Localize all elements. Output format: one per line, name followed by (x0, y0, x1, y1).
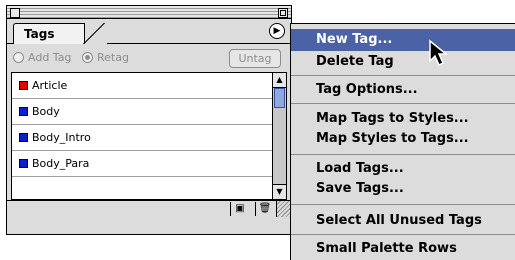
new-tag-icon[interactable]: ▣ (230, 202, 249, 216)
tag-list: Article Body Body_Intro Body_Para (11, 72, 273, 200)
list-item[interactable]: Body_Para (12, 151, 272, 177)
add-tag-radio[interactable] (13, 52, 24, 63)
menu-item-tag-options[interactable]: Tag Options... (291, 79, 515, 101)
palette-bottom-bar: ▣ 🗑 (7, 200, 291, 217)
tag-name: Article (32, 79, 68, 92)
mouse-pointer-icon (429, 39, 449, 67)
menu-separator (291, 103, 515, 104)
menu-separator (291, 234, 515, 235)
menu-item-save-tags[interactable]: Save Tags... (291, 178, 515, 200)
menu-item-map-tags-to-styles[interactable]: Map Tags to Styles... (291, 108, 515, 130)
scroll-up-icon[interactable]: ▲ (273, 73, 286, 88)
add-tag-label: Add Tag (28, 51, 72, 64)
retag-radio[interactable] (82, 52, 93, 63)
scroll-down-icon[interactable]: ▼ (273, 184, 286, 199)
zoom-box[interactable] (278, 8, 288, 18)
retag-label: Retag (97, 51, 129, 64)
tag-name: Body_Intro (32, 131, 91, 144)
menu-item-delete-tag[interactable]: Delete Tag (291, 51, 515, 73)
trash-icon[interactable]: 🗑 (255, 202, 274, 216)
menu-separator (291, 154, 515, 155)
close-box[interactable] (10, 8, 20, 18)
color-swatch (19, 159, 28, 168)
color-swatch (19, 107, 28, 116)
list-item[interactable]: Article (12, 73, 272, 99)
tag-list-scrollbar[interactable]: ▲ ▼ (273, 72, 287, 200)
tags-palette: Tags ▶ Add Tag Retag Untag Article Body … (6, 5, 292, 235)
menu-item-small-palette-rows[interactable]: Small Palette Rows (291, 238, 515, 260)
menu-item-new-tag[interactable]: New Tag... (291, 29, 515, 51)
triangle-right-icon: ▶ (273, 26, 281, 36)
untag-button[interactable]: Untag (229, 49, 281, 68)
tag-name: Body_Para (32, 157, 90, 170)
color-swatch (19, 133, 28, 142)
list-item[interactable]: Body_Intro (12, 125, 272, 151)
menu-item-map-styles-to-tags[interactable]: Map Styles to Tags... (291, 128, 515, 150)
tab-tags-label: Tags (24, 27, 55, 41)
palette-popup-menu: New Tag... Delete Tag Tag Options... Map… (290, 23, 515, 260)
menu-separator (291, 204, 515, 205)
tab-tags[interactable]: Tags (13, 23, 85, 44)
palette-menu-button[interactable]: ▶ (269, 23, 285, 39)
palette-tab-strip: Tags (7, 19, 291, 44)
tag-options-row: Add Tag Retag Untag (7, 44, 291, 72)
palette-titlebar[interactable] (7, 6, 291, 19)
menu-item-load-tags[interactable]: Load Tags... (291, 158, 515, 180)
color-swatch (19, 81, 28, 90)
menu-item-select-all-unused-tags[interactable]: Select All Unused Tags (291, 210, 515, 232)
list-item[interactable]: Body (12, 99, 272, 125)
menu-separator (291, 75, 515, 76)
tab-edge (81, 23, 107, 44)
tag-name: Body (32, 105, 60, 118)
scroll-thumb[interactable] (274, 88, 285, 108)
resize-grip[interactable] (276, 201, 291, 217)
